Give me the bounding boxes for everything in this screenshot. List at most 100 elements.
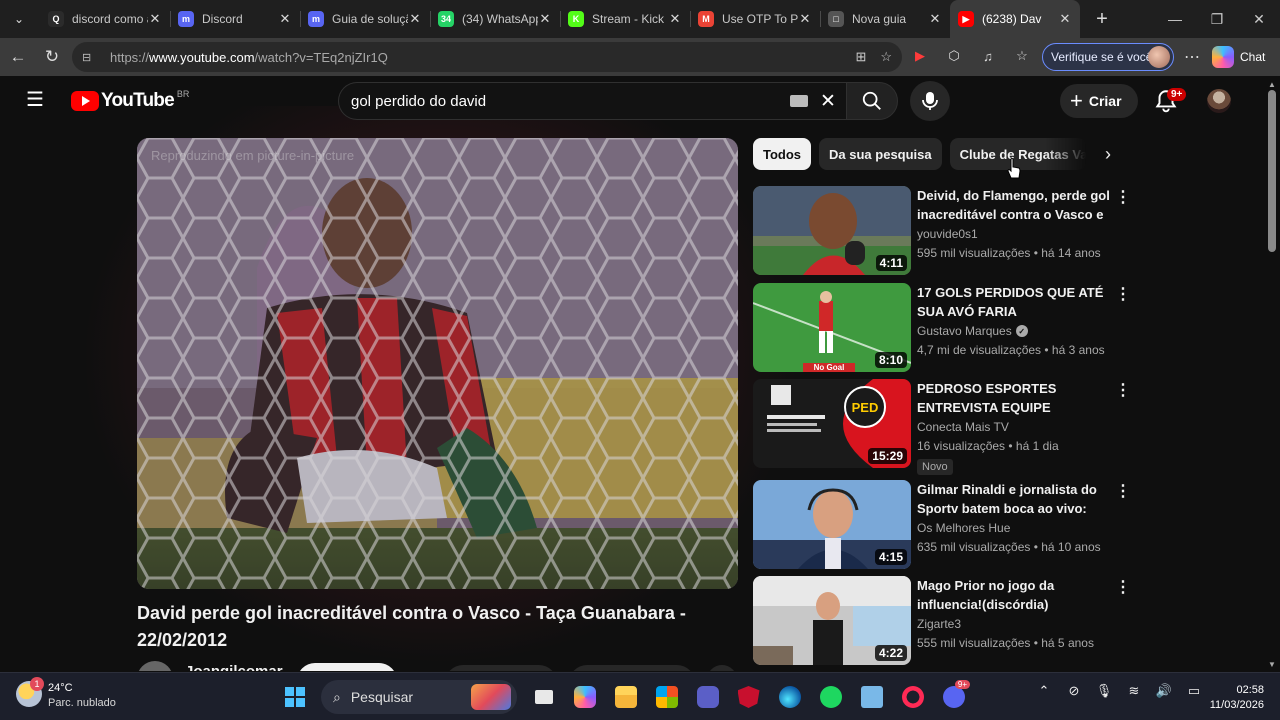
tab-list-button[interactable]: ⌄ (4, 5, 34, 33)
scroll-up-icon[interactable]: ▲ (1268, 80, 1276, 89)
taskbar-clock[interactable]: 02:58 11/03/2026 (1200, 683, 1264, 713)
minimize-icon[interactable]: — (1154, 0, 1196, 38)
filter-chip[interactable]: Todos (753, 138, 812, 170)
spotify-icon[interactable] (812, 679, 849, 715)
monitor-app-icon[interactable] (853, 679, 890, 715)
close-window-icon[interactable]: ✕ (1238, 0, 1280, 38)
close-tab-icon[interactable]: ✕ (408, 11, 422, 27)
search-button[interactable] (846, 82, 898, 120)
video-thumbnail[interactable]: No Goal 8:10 (753, 283, 911, 372)
restore-icon[interactable]: ❐ (1196, 0, 1238, 38)
video-thumbnail[interactable]: 4:15 (753, 480, 911, 569)
recommendation-channel[interactable]: Conecta Mais TV (917, 420, 1009, 434)
video-thumbnail[interactable]: PED 15:29 (753, 379, 911, 468)
recommendation-channel[interactable]: Gustavo Marques ✓ (917, 324, 1028, 338)
recommendation-channel[interactable]: Zigarte3 (917, 617, 961, 631)
video-thumbnail[interactable]: 4:11 (753, 186, 911, 275)
edge-browser-icon[interactable] (771, 679, 808, 715)
page-scrollbar[interactable]: ▲ ▼ (1264, 76, 1280, 671)
recommendation-title[interactable]: Mago Prior no jogo da influencia!(discór… (917, 576, 1111, 614)
recommendation-channel[interactable]: Os Melhores Hue (917, 521, 1010, 535)
mcafee-icon[interactable] (730, 679, 767, 715)
teams-icon[interactable] (689, 679, 726, 715)
extension-red-icon[interactable]: ▶ (908, 44, 932, 68)
filter-chip[interactable]: Da sua pesquisa (819, 138, 942, 170)
task-view-icon[interactable] (525, 679, 562, 715)
recommendation-item[interactable]: 4:15 Gilmar Rinaldi e jornalista do Sport… (753, 480, 1133, 570)
volume-icon[interactable]: 🔊 (1154, 683, 1174, 699)
keyboard-icon[interactable] (790, 95, 808, 107)
recommendation-item[interactable]: 4:11 Deivid, do Flamengo, perde gol inacr… (753, 186, 1133, 276)
account-avatar[interactable] (1207, 89, 1231, 113)
taskbar-search[interactable]: ⌕ Pesquisar (321, 680, 517, 714)
more-vert-icon[interactable]: ⋮ (1115, 578, 1131, 598)
scrollbar-thumb[interactable] (1268, 90, 1276, 252)
more-vert-icon[interactable]: ⋮ (1115, 188, 1131, 208)
weather-widget[interactable]: 1 24°C Parc. nublado (16, 677, 116, 711)
chevron-up-icon[interactable]: ⌃ (1034, 683, 1054, 699)
recommendation-channel[interactable]: youvide0s1 (917, 227, 978, 241)
copilot-chat-button[interactable]: Chat (1212, 43, 1265, 71)
microsoft-store-icon[interactable] (648, 679, 685, 715)
wifi-icon[interactable]: ≋ (1124, 683, 1144, 699)
browser-tab-search[interactable]: Qdiscord como a ✕ (40, 0, 170, 38)
recommendation-item[interactable]: 4:22 Mago Prior no jogo da influencia!(di… (753, 576, 1133, 666)
video-thumbnail[interactable]: 4:22 (753, 576, 911, 665)
more-options-icon[interactable]: ⋯ (1180, 45, 1204, 69)
recommendation-title[interactable]: Deivid, do Flamengo, perde gol inacredit… (917, 186, 1111, 224)
scroll-down-icon[interactable]: ▼ (1268, 660, 1276, 669)
more-vert-icon[interactable]: ⋮ (1115, 285, 1131, 305)
browser-tab-gmail[interactable]: M Use OTP To Pre✕ (690, 0, 820, 38)
browser-tab-whatsapp[interactable]: 34 (34) WhatsApp ✕ (430, 0, 560, 38)
close-tab-icon[interactable]: ✕ (928, 11, 942, 27)
browser-tab-youtube[interactable]: ▶ (6238) Dav ✕ (950, 0, 1080, 38)
address-bar[interactable]: ⊟ https://www.youtube.com/watch?v=TEq2nj… (72, 42, 902, 72)
new-tab-button[interactable]: + (1088, 5, 1116, 33)
voice-search-button[interactable] (910, 81, 950, 121)
browser-tab-kick[interactable]: K Stream - Kick D ✕ (560, 0, 690, 38)
reload-button[interactable]: ↻ (36, 41, 68, 73)
video-player[interactable]: Reproduzindo em picture-in-picture (137, 138, 738, 589)
favorite-star-icon[interactable]: ☆ (880, 49, 892, 65)
extensions-puzzle-icon[interactable]: ⬡ (942, 44, 966, 68)
close-tab-icon[interactable]: ✕ (148, 11, 162, 27)
site-info-icon[interactable]: ⊟ (82, 51, 98, 64)
start-button[interactable] (276, 679, 313, 715)
recommendation-item[interactable]: No Goal 8:10 17 GOLS PERDIDOS QUE ATÉ SUA … (753, 283, 1133, 373)
microphone-tray-icon[interactable]: 🎙 (1094, 683, 1114, 699)
share-button[interactable] (569, 665, 695, 671)
channel-name[interactable]: Joangilcomar (185, 663, 283, 671)
subscribe-button[interactable] (297, 663, 397, 671)
profile-button[interactable]: Verifique se é você (1042, 43, 1174, 71)
search-box[interactable]: gol perdido do david ✕ (338, 82, 846, 120)
recommendation-title[interactable]: Gilmar Rinaldi e jornalista do Sportv ba… (917, 480, 1111, 518)
discord-icon[interactable]: 9+ (935, 679, 972, 715)
browser-tab-discord[interactable]: m Guia de soluçã ✕ (300, 0, 430, 38)
menu-icon[interactable]: ☰ (26, 90, 48, 112)
close-tab-icon[interactable]: ✕ (278, 11, 292, 27)
app-available-icon[interactable]: ⊞ (855, 49, 866, 65)
favorites-icon[interactable]: ☆ (1010, 44, 1034, 68)
more-actions-button[interactable] (707, 665, 737, 671)
browser-tab-discord[interactable]: m Discord ✕ (170, 0, 300, 38)
search-input[interactable]: gol perdido do david (351, 93, 790, 110)
chevron-right-icon[interactable]: › (1094, 140, 1122, 168)
file-explorer-icon[interactable] (607, 679, 644, 715)
close-tab-icon[interactable]: ✕ (538, 11, 552, 27)
recommendation-item[interactable]: PED 15:29 PEDROSO ESPORTES ENTREVISTA EQUI… (753, 379, 1133, 475)
back-button[interactable]: ← (2, 41, 34, 73)
opera-gx-icon[interactable] (894, 679, 931, 715)
more-vert-icon[interactable]: ⋮ (1115, 381, 1131, 401)
browser-tab-newtab[interactable]: □ Nova guia ✕ (820, 0, 950, 38)
like-dislike-button[interactable] (445, 665, 557, 671)
close-tab-icon[interactable]: ✕ (1058, 11, 1072, 27)
channel-avatar[interactable] (137, 661, 173, 671)
close-tab-icon[interactable]: ✕ (798, 11, 812, 27)
copilot-taskbar-icon[interactable] (566, 679, 603, 715)
network-off-icon[interactable]: ⊘ (1064, 683, 1084, 699)
more-vert-icon[interactable]: ⋮ (1115, 482, 1131, 502)
close-tab-icon[interactable]: ✕ (668, 11, 682, 27)
create-button[interactable]: + Criar (1060, 84, 1138, 118)
browser-essentials-icon[interactable]: ♫ (976, 44, 1000, 68)
clear-search-icon[interactable]: ✕ (818, 90, 838, 113)
